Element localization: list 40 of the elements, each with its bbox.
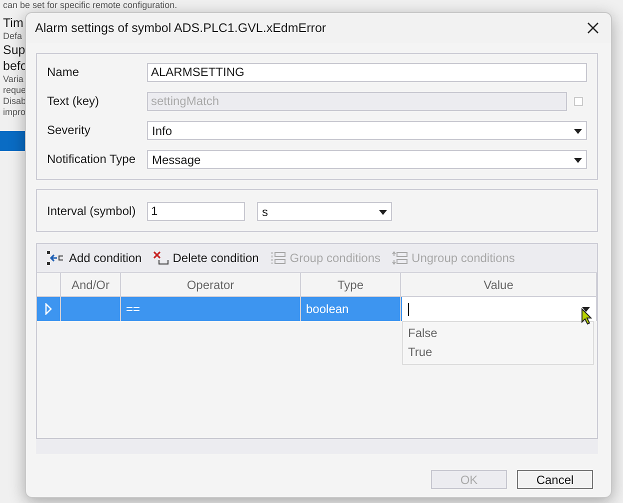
row-indicator-icon bbox=[45, 303, 52, 315]
table-cell: == bbox=[126, 302, 140, 316]
background-heading: Sup bbox=[3, 42, 26, 58]
table-cell: boolean bbox=[306, 302, 349, 316]
name-field[interactable]: ALARMSETTING bbox=[147, 62, 587, 82]
mouse-pointer-icon bbox=[581, 308, 593, 325]
caret-icon bbox=[379, 210, 387, 214]
field-label: Name bbox=[47, 65, 80, 79]
group-icon bbox=[270, 251, 286, 265]
field-label: Text (key) bbox=[47, 94, 100, 108]
dropdown[interactable]: Info bbox=[147, 120, 587, 140]
text-key-field: settingMatch bbox=[147, 92, 567, 110]
background-text: Disab bbox=[3, 96, 26, 107]
field-label: Interval (symbol) bbox=[47, 204, 137, 218]
caret-icon bbox=[582, 306, 590, 312]
ungroup-icon bbox=[392, 251, 408, 265]
interval-field[interactable]: 1 bbox=[147, 202, 245, 220]
caret-icon bbox=[574, 158, 582, 162]
dialog-button[interactable]: Cancel bbox=[517, 470, 593, 489]
background-text: impro bbox=[3, 107, 26, 118]
background-text: can be set for specific remote configuration. bbox=[3, 0, 178, 11]
value-dropdown[interactable] bbox=[402, 297, 596, 321]
background-heading: Tim bbox=[3, 15, 24, 31]
window-title: Alarm settings of symbol ADS.PLC1.GVL.xEdmError bbox=[35, 21, 326, 35]
unit-dropdown[interactable]: s bbox=[257, 202, 392, 220]
caret-icon bbox=[574, 128, 582, 134]
checkbox[interactable] bbox=[574, 96, 583, 106]
close-icon[interactable] bbox=[587, 22, 599, 34]
add-row-icon bbox=[47, 251, 65, 265]
delete-row-icon bbox=[152, 251, 169, 265]
dropdown[interactable]: Message bbox=[147, 150, 587, 168]
field-label: Severity bbox=[47, 123, 92, 137]
toolbar-button[interactable]: Delete condition bbox=[148, 249, 263, 267]
field-label: Notification Type bbox=[47, 152, 136, 166]
dropdown-option[interactable]: False bbox=[403, 324, 593, 343]
background-text: Defa bbox=[3, 31, 22, 42]
dropdown-option[interactable]: True bbox=[403, 343, 593, 362]
background-text: reque bbox=[3, 85, 26, 96]
toolbar-button[interactable]: Add condition bbox=[43, 249, 146, 267]
background-text: Varia bbox=[3, 74, 24, 85]
